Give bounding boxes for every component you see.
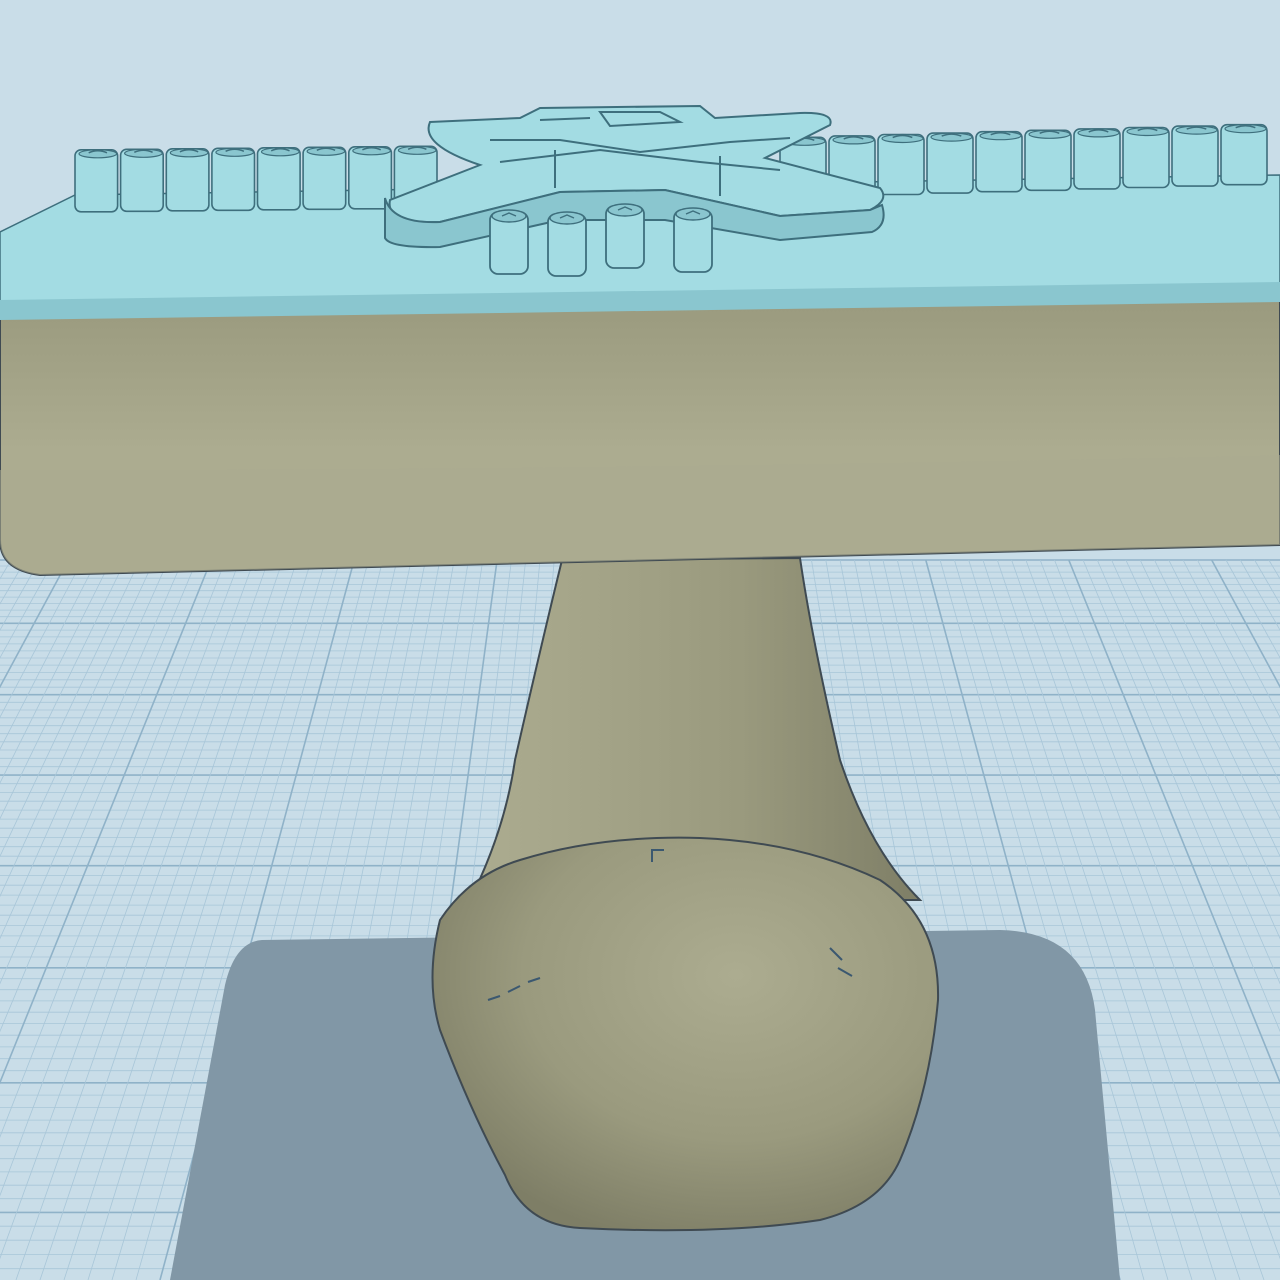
peg-cylinder [489, 209, 529, 275]
peg-cylinder [547, 211, 587, 277]
peg-cylinder [673, 207, 713, 273]
letter-block [165, 148, 210, 212]
letter-block [975, 130, 1023, 193]
letter-block [877, 133, 925, 196]
letter-block [1171, 125, 1219, 187]
letter-block [74, 149, 119, 213]
peg-cylinder [605, 203, 645, 269]
letter-block [1024, 129, 1072, 192]
handle-knob[interactable] [431, 836, 940, 1232]
letter-block [256, 147, 301, 211]
3d-viewport[interactable] [0, 0, 1280, 1280]
letter-block [1073, 128, 1121, 190]
letter-block [926, 132, 974, 194]
letter-block [1122, 126, 1170, 189]
letter-block [302, 146, 347, 211]
letter-block [211, 147, 256, 212]
letter-block [1220, 123, 1268, 186]
letter-block [119, 148, 164, 213]
